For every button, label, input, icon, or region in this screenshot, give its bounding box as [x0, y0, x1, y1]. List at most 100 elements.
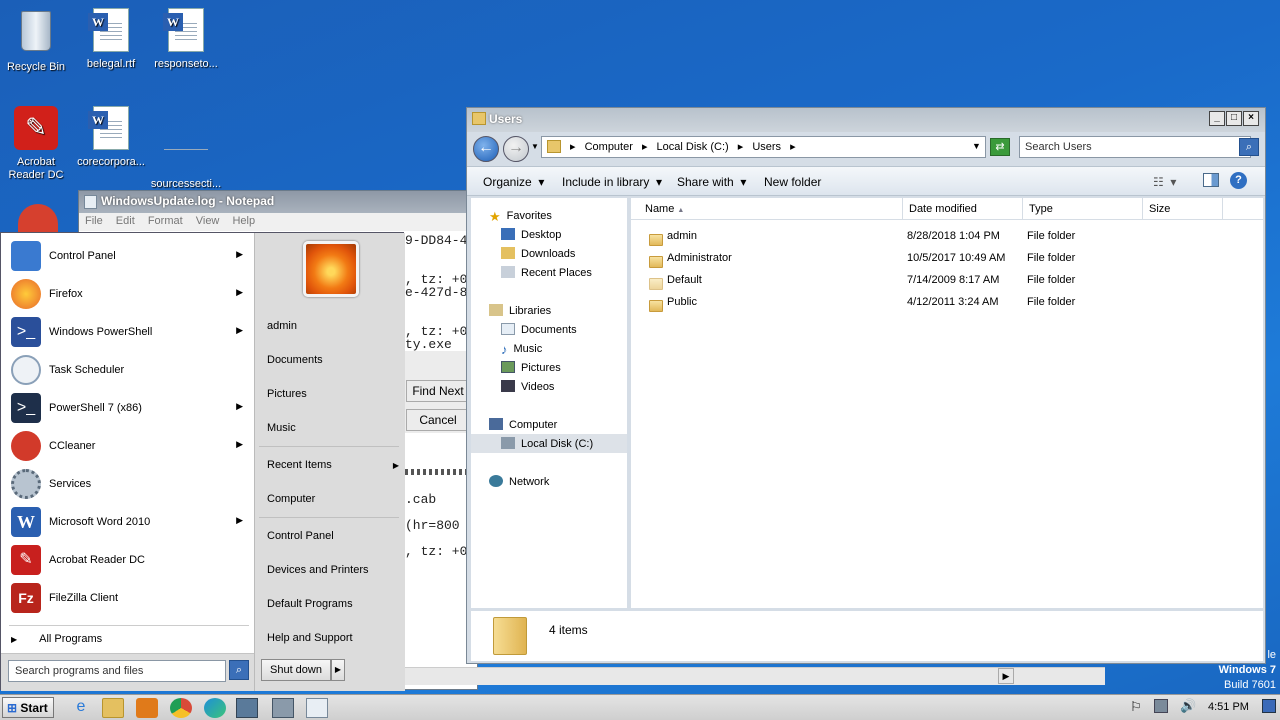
menu-view[interactable]: View [196, 215, 220, 227]
column-type[interactable]: Type [1023, 198, 1143, 220]
forward-button[interactable]: → [503, 136, 529, 162]
start-link-recent-items[interactable]: Recent Items ▶ [267, 459, 399, 471]
nav-favorites[interactable]: ★ Favorites [489, 209, 552, 224]
start-link-control-panel[interactable]: Control Panel [267, 530, 334, 542]
start-item-services[interactable]: Services [7, 466, 251, 502]
column-spacer [1223, 198, 1263, 220]
help-icon[interactable]: ? [1230, 172, 1247, 189]
include-in-library-button[interactable]: Include in library ▾ [562, 175, 662, 189]
user-picture[interactable] [303, 241, 359, 297]
address-dropdown-icon[interactable]: ▼ [972, 141, 981, 151]
column-date-modified[interactable]: Date modified [903, 198, 1023, 220]
start-link-documents[interactable]: Documents [267, 354, 323, 366]
start-link-computer[interactable]: Computer [267, 493, 315, 505]
breadcrumb-users[interactable]: Users [752, 141, 781, 153]
table-row[interactable]: Administrator 10/5/2017 10:49 AM File fo… [631, 248, 1263, 268]
nav-documents[interactable]: Documents [501, 323, 577, 336]
share-with-button[interactable]: Share with ▾ [677, 175, 746, 189]
view-options-icon[interactable]: ☷ ▾ [1153, 175, 1176, 189]
start-item-control-panel[interactable]: Control Panel ▶ [7, 238, 251, 274]
nav-local-disk[interactable]: Local Disk (C:) [501, 437, 593, 450]
volume-icon[interactable]: 🔊 [1180, 698, 1196, 714]
ccleaner-desktop-icon[interactable] [18, 204, 58, 234]
search-input[interactable]: Search Users [1019, 136, 1251, 158]
column-name[interactable]: Name ▲ [631, 198, 903, 220]
address-bar[interactable]: ▸ Computer ▸ Local Disk (C:) ▸ Users ▸ ▼ [541, 136, 986, 158]
nav-network[interactable]: Network [489, 475, 549, 488]
start-link-pictures[interactable]: Pictures [267, 388, 307, 400]
refresh-button[interactable]: ⇄ [990, 138, 1010, 156]
start-item-filezilla[interactable]: Fz FileZilla Client [7, 580, 251, 616]
close-button[interactable]: × [1243, 111, 1259, 126]
start-item-ccleaner[interactable]: CCleaner ▶ [7, 428, 251, 464]
start-link-devices[interactable]: Devices and Printers [267, 564, 369, 576]
menu-file[interactable]: File [85, 215, 103, 227]
new-folder-button[interactable]: New folder [764, 175, 821, 189]
search-icon[interactable]: ⌕ [1239, 138, 1259, 156]
network-tray-icon[interactable] [1154, 699, 1168, 713]
tools-icon[interactable] [272, 698, 294, 718]
breadcrumb-computer[interactable]: Computer [585, 141, 633, 153]
desktop-icon-corecorpora[interactable]: W corecorpora... [75, 106, 147, 169]
explorer-window[interactable]: Users _ □ × ← → ▼ ▸ Computer ▸ Local Dis… [466, 107, 1266, 664]
nav-pictures[interactable]: Pictures [501, 361, 561, 374]
table-row[interactable]: Default 7/14/2009 8:17 AM File folder [631, 270, 1263, 290]
nav-recent-places[interactable]: Recent Places [501, 266, 592, 279]
preview-pane-icon[interactable] [1203, 173, 1219, 187]
desktop-icon-sourcessecti[interactable]: sourcessecti... [150, 106, 222, 191]
shutdown-button[interactable]: Shut down [261, 659, 331, 681]
column-size[interactable]: Size [1143, 198, 1223, 220]
desktop-icon-responseto[interactable]: W responseto... [150, 8, 222, 71]
start-link-music[interactable]: Music [267, 422, 296, 434]
media-player-icon[interactable] [136, 698, 158, 718]
start-item-powershell-7[interactable]: >_ PowerShell 7 (x86) ▶ [7, 390, 251, 426]
menu-format[interactable]: Format [148, 215, 183, 227]
explorer-taskbar-icon[interactable] [102, 698, 124, 718]
desktop-icon-acrobat[interactable]: ✎ Acrobat Reader DC [0, 106, 72, 182]
find-next-button[interactable]: Find Next [406, 380, 470, 402]
start-search-input[interactable]: Search programs and files [8, 660, 226, 682]
breadcrumb-local-disk[interactable]: Local Disk (C:) [657, 141, 729, 153]
nav-videos[interactable]: Videos [501, 380, 554, 393]
start-item-acrobat[interactable]: ✎ Acrobat Reader DC [7, 542, 251, 578]
start-item-firefox[interactable]: Firefox ▶ [7, 276, 251, 312]
table-row[interactable]: Public 4/12/2011 3:24 AM File folder [631, 292, 1263, 312]
action-center-flag-icon[interactable]: ⚐ [1130, 699, 1142, 715]
menu-help[interactable]: Help [232, 215, 255, 227]
shutdown-options-icon[interactable]: ▶ [331, 659, 345, 681]
search-icon[interactable]: ⌕ [229, 660, 249, 680]
start-item-windows-powershell[interactable]: >_ Windows PowerShell ▶ [7, 314, 251, 350]
nav-computer[interactable]: Computer [489, 418, 557, 431]
nav-music[interactable]: ♪ Music [501, 342, 542, 357]
folder-icon [547, 140, 561, 153]
chrome-icon[interactable] [170, 698, 192, 718]
clock[interactable]: 4:51 PM [1208, 701, 1249, 713]
desktop-icon-recycle-bin[interactable]: Recycle Bin [0, 8, 72, 74]
start-link-help[interactable]: Help and Support [267, 632, 353, 644]
cancel-button[interactable]: Cancel [406, 409, 470, 431]
start-link-user[interactable]: admin [267, 320, 297, 332]
desktop-icon-belegal[interactable]: W belegal.rtf [75, 8, 147, 71]
ie-icon[interactable]: e [70, 698, 92, 718]
organize-button[interactable]: Organize ▾ [483, 175, 544, 189]
show-desktop-button[interactable] [1262, 699, 1276, 713]
all-programs-button[interactable]: ▶ All Programs [11, 633, 247, 645]
back-button[interactable]: ← [473, 136, 499, 162]
nav-libraries[interactable]: Libraries [489, 304, 551, 317]
minimize-button[interactable]: _ [1209, 111, 1225, 126]
maximize-button[interactable]: □ [1226, 111, 1242, 126]
start-item-word[interactable]: W Microsoft Word 2010 ▶ [7, 504, 251, 540]
menu-edit[interactable]: Edit [116, 215, 135, 227]
branding-windows: Windows 7 [1218, 664, 1276, 676]
nav-downloads[interactable]: Downloads [501, 247, 575, 260]
notepad-scroll-right-icon[interactable]: ▶ [998, 668, 1014, 684]
table-row[interactable]: admin 8/28/2018 1:04 PM File folder [631, 226, 1263, 246]
notepad-taskbar-icon[interactable] [306, 698, 328, 718]
edge-icon[interactable] [204, 698, 226, 718]
network-monitor-icon[interactable] [236, 698, 258, 718]
recent-pages-chevron-icon[interactable]: ▼ [531, 142, 539, 151]
start-item-task-scheduler[interactable]: Task Scheduler [7, 352, 251, 388]
start-button[interactable]: ⊞ Start [2, 697, 54, 718]
start-link-default-programs[interactable]: Default Programs [267, 598, 353, 610]
nav-desktop[interactable]: Desktop [501, 228, 561, 241]
